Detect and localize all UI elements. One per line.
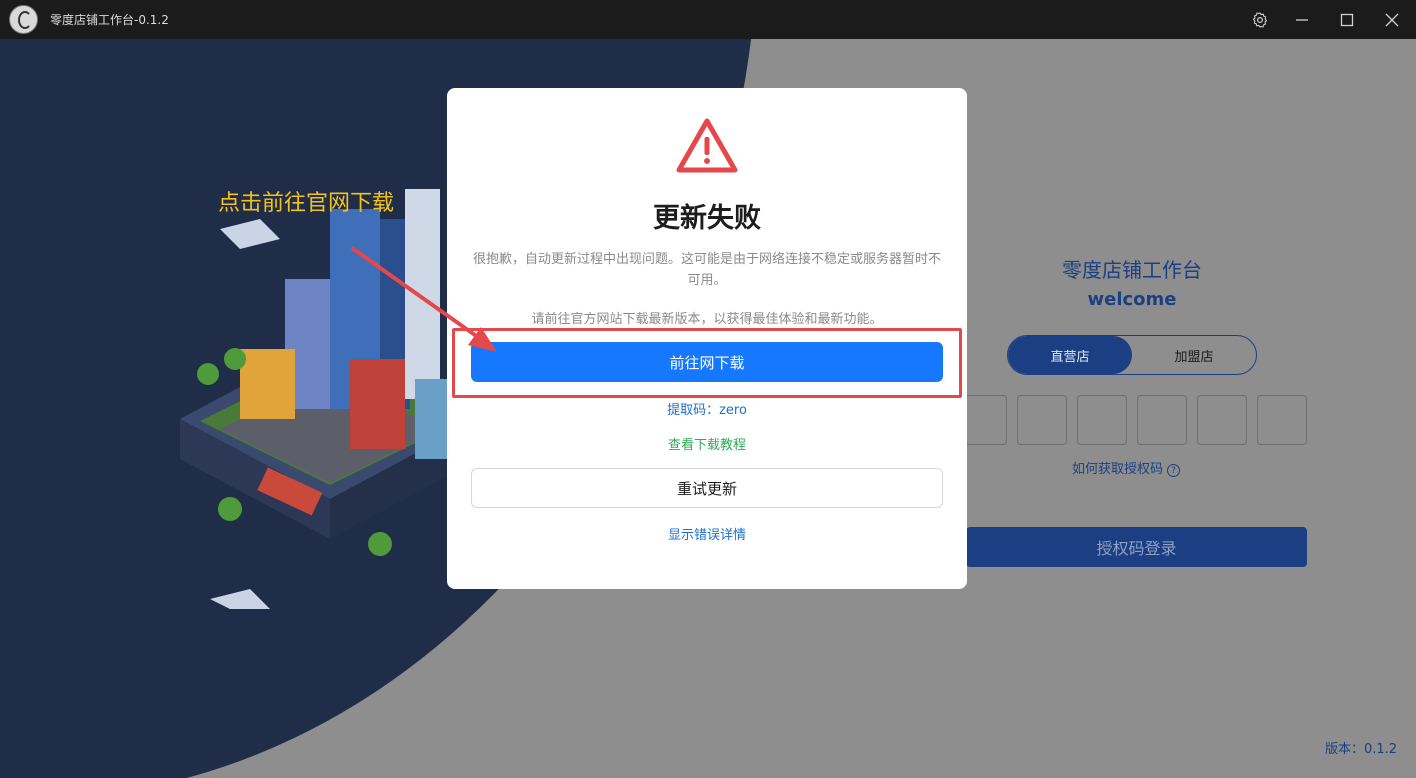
tab-franchise-store[interactable]: 加盟店 <box>1132 336 1256 374</box>
city-illustration <box>180 189 480 609</box>
dialog-title: 更新失败 <box>653 203 761 234</box>
auth-code-input[interactable] <box>1077 395 1127 445</box>
auth-code-input[interactable] <box>1137 395 1187 445</box>
annotation-text: 点击前往官网下载 <box>218 191 395 216</box>
auth-code-input[interactable] <box>1257 395 1307 445</box>
show-error-details-link[interactable]: 显示错误详情 <box>447 524 967 543</box>
tab-direct-store[interactable]: 直营店 <box>1008 336 1132 374</box>
auth-help-link[interactable]: 如何获取授权码? <box>1072 458 1181 477</box>
maximize-icon[interactable] <box>1325 0 1369 39</box>
minimize-icon[interactable] <box>1280 0 1324 39</box>
login-title: 零度店铺工作台 <box>1062 258 1202 282</box>
store-type-switch[interactable]: 直营店 加盟店 <box>1007 335 1257 375</box>
download-tutorial-link[interactable]: 查看下载教程 <box>447 434 967 453</box>
logo-icon <box>9 5 38 34</box>
auth-code-input[interactable] <box>1197 395 1247 445</box>
title-bar: 零度店铺工作台-0.1.2 <box>0 0 1416 39</box>
go-download-button[interactable]: 前往网下载 <box>471 342 943 382</box>
auth-code-input[interactable] <box>1017 395 1067 445</box>
auth-login-button[interactable]: 授权码登录 <box>966 527 1307 567</box>
warning-triangle-icon <box>676 118 738 173</box>
question-circle-icon: ? <box>1167 464 1181 477</box>
extract-code[interactable]: 提取码：zero <box>447 399 967 418</box>
window-title: 零度店铺工作台-0.1.2 <box>50 13 169 27</box>
version-label: 版本：0.1.2 <box>1325 742 1398 757</box>
retry-update-button[interactable]: 重试更新 <box>471 468 943 508</box>
close-icon[interactable] <box>1370 0 1414 39</box>
dialog-hint: 请前往官方网站下载最新版本，以获得最佳体验和最新功能。 <box>531 312 883 327</box>
login-welcome: welcome <box>1087 289 1177 310</box>
gear-icon[interactable] <box>1238 0 1282 39</box>
dialog-message: 很抱歉，自动更新过程中出现问题。这可能是由于网络连接不稳定或服务器暂时不可用。 <box>472 252 941 288</box>
update-failed-dialog: 更新失败 很抱歉，自动更新过程中出现问题。这可能是由于网络连接不稳定或服务器暂时… <box>447 88 967 589</box>
auth-help-label: 如何获取授权码 <box>1072 462 1164 477</box>
